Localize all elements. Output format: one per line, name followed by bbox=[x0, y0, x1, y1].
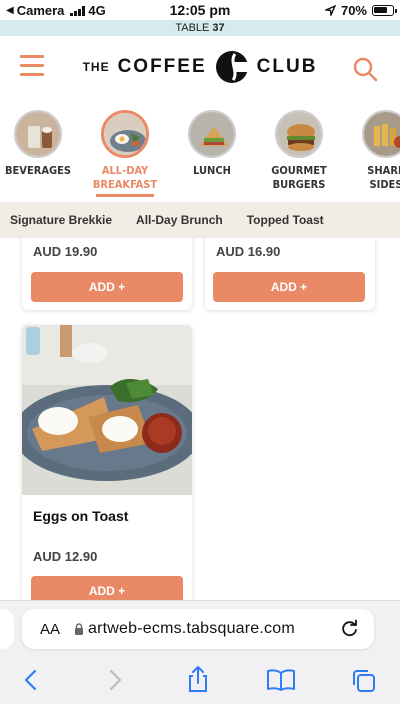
menu-item-card[interactable]: AUD 16.90 ADD + bbox=[205, 238, 375, 310]
category-share-sides[interactable]: SHARE SIDES bbox=[346, 110, 400, 192]
category-label-line1: SHARE bbox=[367, 164, 400, 177]
battery-icon bbox=[372, 5, 397, 16]
lock-icon bbox=[75, 622, 84, 635]
coffee-bean-logo-icon bbox=[215, 51, 249, 83]
table-banner: TABLE 37 bbox=[0, 20, 400, 36]
add-button[interactable]: ADD + bbox=[31, 576, 183, 600]
menu-item-card[interactable]: AUD 19.90 ADD + bbox=[22, 238, 192, 310]
category-carousel: BEVERAGES ALL-DAY BREAKFAST LUNCH GOURME… bbox=[0, 104, 400, 202]
category-image bbox=[188, 110, 236, 158]
table-prefix: TABLE bbox=[175, 22, 210, 34]
category-image bbox=[14, 110, 62, 158]
table-number: 37 bbox=[212, 22, 225, 34]
category-label: LUNCH bbox=[193, 164, 231, 177]
previous-tab-peek[interactable] bbox=[0, 609, 14, 649]
category-gourmet-burgers[interactable]: GOURMET BURGERS bbox=[259, 110, 339, 192]
tabs-icon[interactable] bbox=[351, 668, 377, 694]
item-price: AUD 12.90 bbox=[33, 549, 98, 564]
category-image bbox=[101, 110, 149, 158]
text-size-button[interactable]: AA bbox=[40, 621, 60, 638]
brand-logo[interactable]: THE COFFEE CLUB bbox=[0, 50, 400, 84]
share-icon[interactable] bbox=[186, 665, 210, 693]
category-image bbox=[275, 110, 323, 158]
category-label-line1: GOURMET bbox=[271, 164, 327, 177]
category-beverages[interactable]: BEVERAGES bbox=[0, 110, 78, 178]
item-price: AUD 16.90 bbox=[216, 244, 281, 259]
menu-items-list: AUD 19.90 ADD + AUD 16.90 ADD + Eggs on … bbox=[0, 238, 400, 600]
menu-item-card[interactable]: Eggs on Toast AUD 12.90 ADD + bbox=[22, 325, 192, 600]
browser-address-area: AA artweb-ecms.tabsquare.com bbox=[0, 600, 400, 656]
logo-the: THE bbox=[82, 60, 110, 74]
back-icon[interactable] bbox=[20, 668, 42, 692]
tab-all-day-brunch[interactable]: All-Day Brunch bbox=[136, 213, 223, 227]
status-right: 70% bbox=[324, 3, 397, 18]
battery-label: 70% bbox=[340, 3, 367, 18]
add-button[interactable]: ADD + bbox=[213, 272, 365, 302]
category-label-line2: BREAKFAST bbox=[92, 178, 158, 191]
browser-toolbar bbox=[0, 656, 400, 704]
category-label-line2: BURGERS bbox=[272, 178, 326, 191]
item-price: AUD 19.90 bbox=[33, 244, 98, 259]
reload-icon[interactable] bbox=[340, 619, 360, 639]
add-button-label: ADD + bbox=[270, 280, 308, 294]
bookmarks-icon[interactable] bbox=[266, 668, 296, 692]
tab-signature-brekkie[interactable]: Signature Brekkie bbox=[10, 213, 112, 227]
active-category-indicator bbox=[96, 194, 154, 197]
item-photo bbox=[22, 325, 192, 495]
item-name: Eggs on Toast bbox=[33, 508, 129, 524]
logo-club: CLUB bbox=[256, 56, 318, 77]
category-label: BEVERAGES bbox=[4, 164, 72, 177]
category-image bbox=[362, 110, 400, 158]
category-label-line2: SIDES bbox=[369, 178, 400, 191]
add-button[interactable]: ADD + bbox=[31, 272, 183, 302]
tab-topped-toast[interactable]: Topped Toast bbox=[247, 213, 324, 227]
status-bar: ◀ Camera 4G 12:05 pm 70% bbox=[0, 0, 400, 20]
category-label-line1: ALL-DAY bbox=[101, 164, 149, 177]
forward-icon[interactable] bbox=[104, 668, 126, 692]
url-text: artweb-ecms.tabsquare.com bbox=[88, 620, 295, 637]
add-button-label: ADD + bbox=[88, 584, 126, 598]
logo-coffee: COFFEE bbox=[117, 56, 207, 77]
category-lunch[interactable]: LUNCH bbox=[172, 110, 252, 178]
add-button-label: ADD + bbox=[88, 280, 126, 294]
app-header: THE COFFEE CLUB bbox=[0, 36, 400, 100]
category-all-day-breakfast[interactable]: ALL-DAY BREAKFAST bbox=[85, 110, 165, 197]
location-icon bbox=[324, 5, 336, 16]
search-icon[interactable] bbox=[352, 56, 378, 82]
subcategory-tabs: Signature Brekkie All-Day Brunch Topped … bbox=[0, 202, 400, 238]
address-bar[interactable]: AA artweb-ecms.tabsquare.com bbox=[22, 609, 374, 649]
